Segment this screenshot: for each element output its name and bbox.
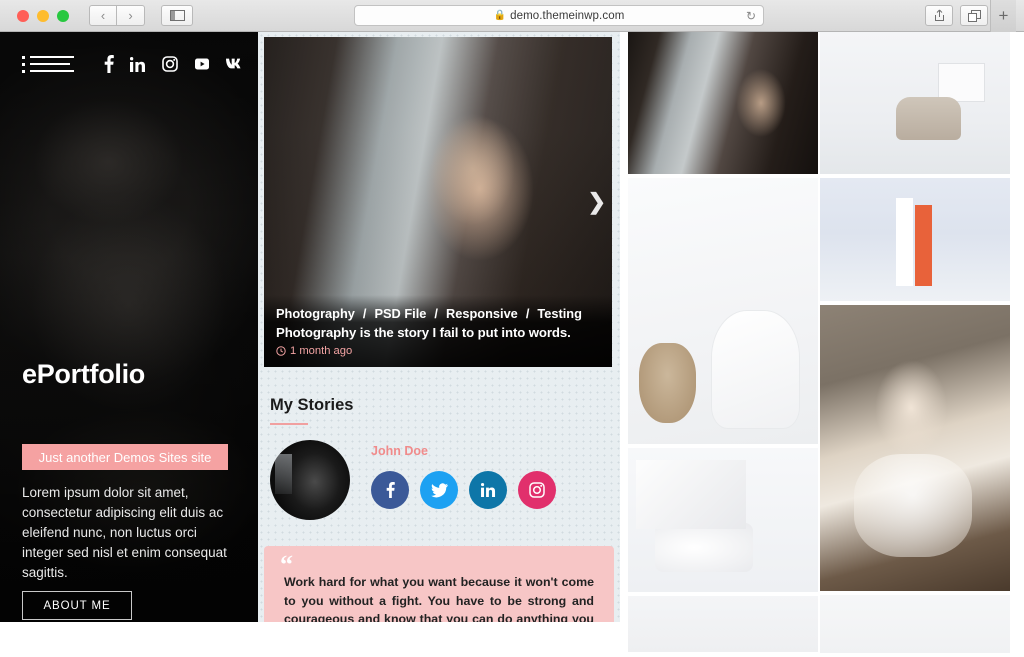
address-bar-container: 🔒 demo.themeinwp.com ↻ <box>193 5 925 26</box>
featured-post-caption: Photography / PSD File / Responsive / Te… <box>264 295 612 367</box>
forward-button[interactable]: › <box>117 5 145 26</box>
toolbar-right-buttons <box>925 5 988 26</box>
facebook-icon[interactable] <box>104 55 114 73</box>
featured-post-slider[interactable]: ❯ Photography / PSD File / Responsive / … <box>264 37 612 367</box>
site-sidebar: ePortfolio Just another Demos Sites site… <box>0 32 258 622</box>
hamburger-list-icon[interactable] <box>22 52 74 76</box>
gallery-desk-photo[interactable] <box>820 32 1010 174</box>
new-tab-button[interactable]: + <box>990 0 1016 32</box>
about-me-button[interactable]: ABOUT ME <box>22 591 132 620</box>
quote-text: Work hard for what you want because it w… <box>284 575 594 622</box>
author-name[interactable]: John Doe <box>371 444 556 458</box>
maximize-window-button[interactable] <box>57 9 69 22</box>
instagram-icon[interactable] <box>518 471 556 509</box>
main-column: ❯ Photography / PSD File / Responsive / … <box>258 32 620 622</box>
gallery-books-photo[interactable] <box>820 178 1010 301</box>
gallery-girl-photo[interactable] <box>820 305 1010 591</box>
category-separator: / <box>434 306 438 321</box>
close-window-button[interactable] <box>17 9 29 22</box>
gallery-blank-photo[interactable] <box>628 596 818 652</box>
my-stories-heading: My Stories <box>270 396 354 414</box>
gallery-chair-photo[interactable] <box>628 178 818 444</box>
twitter-icon[interactable] <box>420 471 458 509</box>
share-icon[interactable] <box>925 5 953 26</box>
gallery-column-left <box>628 32 818 656</box>
author-avatar[interactable] <box>270 440 350 520</box>
vk-icon[interactable] <box>226 58 245 70</box>
clock-icon <box>276 346 286 356</box>
featured-post-categories: Photography / PSD File / Responsive / Te… <box>276 306 600 321</box>
sidebar-toggle-icon[interactable] <box>161 5 193 26</box>
lock-icon: 🔒 <box>493 10 507 21</box>
category-link-3[interactable]: Testing <box>537 306 582 321</box>
gallery-blank-photo-2[interactable] <box>820 595 1010 653</box>
author-social-links <box>371 471 556 509</box>
sidebar-social-links <box>104 55 245 73</box>
photo-gallery <box>620 32 1024 653</box>
category-link-1[interactable]: PSD File <box>374 306 426 321</box>
back-button[interactable]: ‹ <box>89 5 117 26</box>
site-title[interactable]: ePortfolio <box>22 359 145 390</box>
gallery-window-photo[interactable] <box>628 32 818 174</box>
url-text: demo.themeinwp.com <box>510 9 625 22</box>
tab-overview-icon[interactable] <box>960 5 988 26</box>
gallery-lamp-photo[interactable] <box>628 448 818 592</box>
browser-toolbar: ‹ › 🔒 demo.themeinwp.com ↻ + <box>0 0 1024 32</box>
heading-underline <box>270 423 308 425</box>
youtube-icon[interactable] <box>194 57 210 71</box>
featured-post-time: 1 month ago <box>290 345 353 357</box>
category-separator: / <box>525 306 530 321</box>
gallery-column-right <box>820 32 1010 657</box>
facebook-icon[interactable] <box>371 471 409 509</box>
window-controls[interactable] <box>17 9 69 22</box>
quote-mark-icon: “ <box>280 550 293 579</box>
featured-post-meta: 1 month ago <box>276 345 600 357</box>
sidebar-topbar <box>22 32 241 76</box>
quote-block: “ Work hard for what you want because it… <box>264 546 614 622</box>
reload-icon[interactable]: ↻ <box>746 9 756 23</box>
site-description: Lorem ipsum dolor sit amet, consectetur … <box>22 485 227 580</box>
minimize-window-button[interactable] <box>37 9 49 22</box>
page-content: ePortfolio Just another Demos Sites site… <box>0 32 1024 653</box>
address-bar[interactable]: 🔒 demo.themeinwp.com ↻ <box>354 5 764 26</box>
category-link-2[interactable]: Responsive <box>446 306 518 321</box>
site-tagline-badge: Just another Demos Sites site <box>22 444 228 470</box>
slider-next-arrow-icon[interactable]: ❯ <box>588 191 606 213</box>
category-link-0[interactable]: Photography <box>276 306 355 321</box>
instagram-icon[interactable] <box>162 56 178 72</box>
author-row: John Doe <box>270 440 614 520</box>
linkedin-icon[interactable] <box>469 471 507 509</box>
navigation-buttons: ‹ › <box>89 5 145 26</box>
featured-post-title[interactable]: Photography is the story I fail to put i… <box>276 325 600 340</box>
category-separator: / <box>362 306 367 321</box>
linkedin-icon[interactable] <box>130 56 146 72</box>
my-stories-section: My Stories John Doe <box>264 396 614 520</box>
